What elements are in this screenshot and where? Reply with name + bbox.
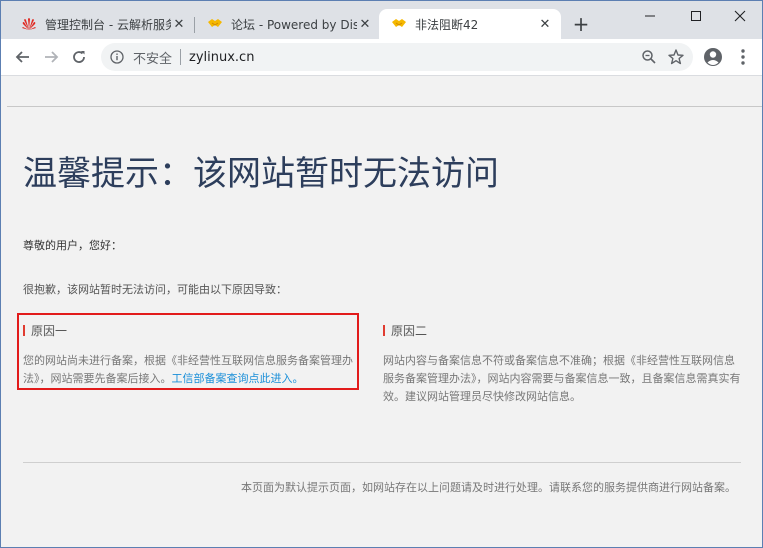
security-status: 不安全: [133, 51, 173, 67]
huawei-logo-icon: [21, 16, 37, 32]
tab-title: 管理控制台 - 云解析服务DNS: [45, 17, 171, 32]
handshake-icon: [391, 16, 407, 32]
tab-title: 论坛 - Powered by Discuz!: [231, 17, 357, 32]
red-marker: [23, 325, 25, 336]
reason-body: 网站内容与备案信息不符或备案信息不准确；根据《非经营性互联网信息服务备案管理办法…: [383, 354, 741, 403]
address-bar[interactable]: 不安全 zylinux.cn: [101, 43, 693, 71]
browser-toolbar: 不安全 zylinux.cn: [1, 39, 762, 76]
beian-query-link[interactable]: 工信部备案查询点此进入。: [172, 372, 304, 385]
close-window-button[interactable]: [717, 1, 762, 31]
account-icon[interactable]: [703, 47, 723, 67]
tab-illegal-block[interactable]: 非法阻断42 ✕: [379, 9, 561, 39]
apology-text: 很抱歉，该网站暂时无法访问，可能由以下原因导致：: [23, 283, 287, 296]
new-tab-button[interactable]: +: [570, 12, 592, 36]
back-button[interactable]: [9, 43, 37, 71]
more-menu-icon[interactable]: [733, 47, 753, 67]
page-title: 温馨提示：该网站暂时无法访问: [23, 154, 499, 194]
tab-dns-console[interactable]: 管理控制台 - 云解析服务DNS ✕: [9, 9, 195, 39]
zoom-icon[interactable]: [641, 49, 657, 65]
footer-note: 本页面为默认提示页面，如网站存在以上问题请及时进行处理。请联系您的服务提供商进行…: [241, 481, 736, 494]
tab-forum[interactable]: 论坛 - Powered by Discuz! ✕: [195, 9, 381, 39]
info-icon[interactable]: [109, 49, 125, 65]
reason-body: 您的网站尚未进行备案，根据《非经营性互联网信息服务备案管理办法》，网站需要先备案…: [23, 352, 353, 388]
reason-two: 原因二 网站内容与备案信息不符或备案信息不准确；根据《非经营性互联网信息服务备案…: [383, 322, 743, 406]
minimize-button[interactable]: [627, 1, 673, 31]
tab-strip: 管理控制台 - 云解析服务DNS ✕ 论坛 - Powered by Discu…: [1, 1, 762, 39]
bookmark-star-icon[interactable]: [667, 48, 685, 66]
greeting-text: 尊敬的用户，您好：: [23, 239, 122, 252]
close-tab-icon[interactable]: ✕: [537, 16, 553, 32]
red-marker: [383, 325, 385, 336]
close-tab-icon[interactable]: ✕: [171, 16, 187, 32]
browser-window: 管理控制台 - 云解析服务DNS ✕ 论坛 - Powered by Discu…: [0, 0, 763, 548]
close-tab-icon[interactable]: ✕: [357, 16, 373, 32]
reason-title: 原因二: [391, 324, 428, 338]
divider: [7, 106, 762, 107]
forward-button[interactable]: [37, 43, 65, 71]
maximize-button[interactable]: [673, 1, 719, 31]
handshake-icon: [207, 16, 223, 32]
address-divider: [180, 49, 182, 65]
reason-one: 原因一 您的网站尚未进行备案，根据《非经营性互联网信息服务备案管理办法》，网站需…: [23, 322, 353, 388]
url-text[interactable]: zylinux.cn: [189, 50, 254, 65]
reason-title: 原因一: [31, 324, 68, 338]
page-content: 温馨提示：该网站暂时无法访问 尊敬的用户，您好： 很抱歉，该网站暂时无法访问，可…: [1, 76, 762, 547]
reason-heading: 原因二: [383, 322, 743, 339]
tab-title: 非法阻断42: [415, 17, 479, 32]
reload-button[interactable]: [65, 43, 93, 71]
reason-heading: 原因一: [23, 322, 353, 339]
divider: [23, 462, 741, 463]
